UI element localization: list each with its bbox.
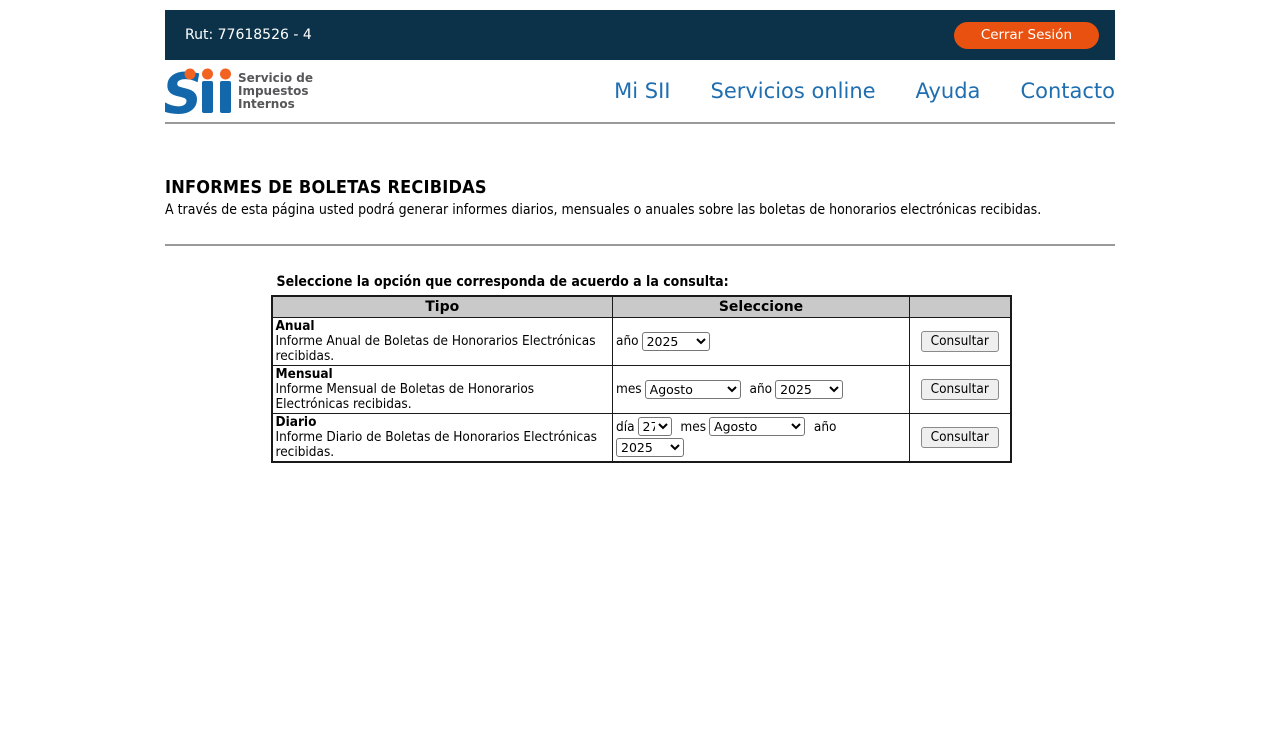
diario-consultar-button[interactable]: Consultar <box>921 427 999 448</box>
diario-fields-line1: día27 mesAgosto año <box>616 417 906 436</box>
nav-servicios-online[interactable]: Servicios online <box>711 79 876 103</box>
diario-day-label: día <box>616 419 635 435</box>
table-row-diario: Diario Informe Diario de Boletas de Hono… <box>272 413 1011 462</box>
diario-title: Diario <box>276 415 610 430</box>
anual-consultar-button[interactable]: Consultar <box>921 331 999 352</box>
logo-text-line2: Impuestos <box>238 85 313 98</box>
table-row-anual: Anual Informe Anual de Boletas de Honora… <box>272 317 1011 365</box>
mensual-title: Mensual <box>276 367 610 382</box>
consulta-section: Seleccione la opción que corresponda de … <box>271 274 1010 463</box>
sii-logo[interactable]: S Servicio de Impuestos Internos <box>165 67 313 115</box>
anual-year-select[interactable]: 2025 <box>642 332 710 351</box>
anual-tipo-cell: Anual Informe Anual de Boletas de Honora… <box>272 317 613 365</box>
diario-month-label: mes <box>680 419 706 435</box>
anual-action-cell: Consultar <box>910 317 1011 365</box>
table-header-row: Tipo Seleccione <box>272 296 1011 317</box>
mensual-year-label: año <box>750 381 773 397</box>
consulta-instruction: Seleccione la opción que corresponda de … <box>271 274 1010 290</box>
diario-year-select[interactable]: 2025 <box>616 438 684 457</box>
anual-title: Anual <box>276 319 610 334</box>
consulta-table: Tipo Seleccione Anual Informe Anual de B… <box>271 295 1012 463</box>
main-nav: Mi SII Servicios online Ayuda Contacto <box>574 79 1115 103</box>
header-action <box>910 296 1011 317</box>
mensual-consultar-button[interactable]: Consultar <box>921 379 999 400</box>
mensual-month-select[interactable]: Agosto <box>645 380 741 399</box>
diario-action-cell: Consultar <box>910 413 1011 462</box>
diario-month-select[interactable]: Agosto <box>709 417 805 436</box>
diario-fields-line2: 2025 <box>616 438 906 457</box>
nav-contacto[interactable]: Contacto <box>1020 79 1115 103</box>
logout-button[interactable]: Cerrar Sesión <box>954 22 1099 49</box>
section-divider <box>165 244 1115 246</box>
header-seleccione: Seleccione <box>613 296 910 317</box>
anual-year-label: año <box>616 333 639 349</box>
anual-seleccione-cell: año2025 <box>613 317 910 365</box>
header-tipo: Tipo <box>272 296 613 317</box>
svg-text:S: S <box>165 67 202 115</box>
diario-tipo-cell: Diario Informe Diario de Boletas de Hono… <box>272 413 613 462</box>
site-header: S Servicio de Impuestos Internos Mi SII … <box>165 60 1115 122</box>
nav-ayuda[interactable]: Ayuda <box>916 79 981 103</box>
sii-logo-icon: S <box>165 67 231 115</box>
mensual-seleccione-cell: mesAgosto año2025 <box>613 365 910 413</box>
logo-text: Servicio de Impuestos Internos <box>238 72 313 111</box>
mensual-desc: Informe Mensual de Boletas de Honorarios… <box>276 382 610 412</box>
logo-text-line3: Internos <box>238 98 313 111</box>
mensual-tipo-cell: Mensual Informe Mensual de Boletas de Ho… <box>272 365 613 413</box>
mensual-action-cell: Consultar <box>910 365 1011 413</box>
mensual-month-label: mes <box>616 381 642 397</box>
table-row-mensual: Mensual Informe Mensual de Boletas de Ho… <box>272 365 1011 413</box>
mensual-year-select[interactable]: 2025 <box>775 380 843 399</box>
page-container: Rut: 77618526 - 4 Cerrar Sesión S Servic… <box>165 10 1115 463</box>
diario-seleccione-cell: día27 mesAgosto año 2025 <box>613 413 910 462</box>
diario-desc: Informe Diario de Boletas de Honorarios … <box>276 430 610 460</box>
session-bar: Rut: 77618526 - 4 Cerrar Sesión <box>165 10 1115 60</box>
page-title: INFORMES DE BOLETAS RECIBIDAS <box>165 177 1115 198</box>
header-divider <box>165 122 1115 124</box>
anual-desc: Informe Anual de Boletas de Honorarios E… <box>276 334 610 364</box>
diario-day-select[interactable]: 27 <box>638 417 672 436</box>
logo-text-line1: Servicio de <box>238 72 313 85</box>
diario-year-label: año <box>814 419 837 435</box>
rut-text: Rut: 77618526 - 4 <box>185 27 312 43</box>
page-subtitle: A través de esta página usted podrá gene… <box>165 202 1115 218</box>
nav-mi-sii[interactable]: Mi SII <box>614 79 670 103</box>
